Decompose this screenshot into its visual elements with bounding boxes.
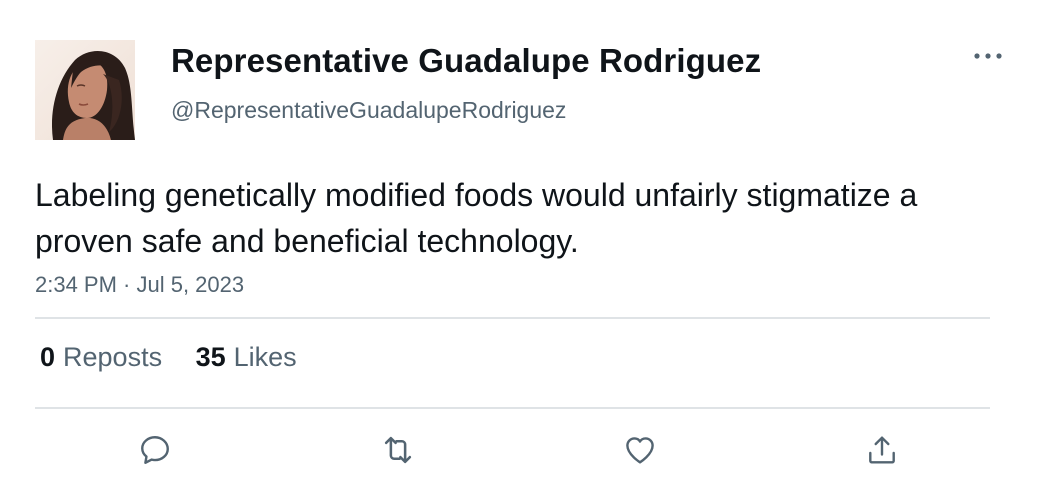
user-handle[interactable]: @RepresentativeGuadalupeRodriguez <box>171 97 566 124</box>
likes-stat[interactable]: 35 Likes <box>196 342 297 373</box>
like-button[interactable] <box>620 430 660 470</box>
tweet-timestamp[interactable]: 2:34 PM · Jul 5, 2023 <box>35 272 244 298</box>
engagement-stats: 0 Reposts 35 Likes <box>40 342 297 373</box>
display-name[interactable]: Representative Guadalupe Rodriguez <box>171 42 761 80</box>
heart-icon <box>626 437 654 464</box>
speech-bubble-icon <box>141 436 169 464</box>
repost-arrows-icon <box>384 436 412 464</box>
more-options-icon[interactable] <box>968 43 1008 69</box>
divider <box>35 317 990 319</box>
avatar[interactable] <box>35 40 135 140</box>
reposts-count: 0 <box>40 342 56 372</box>
reposts-label: Reposts <box>63 342 163 372</box>
repost-button[interactable] <box>378 430 418 470</box>
reposts-stat[interactable]: 0 Reposts <box>40 342 162 373</box>
avatar-photo <box>35 40 135 140</box>
share-upload-icon <box>869 436 895 464</box>
divider <box>35 407 990 409</box>
reply-button[interactable] <box>135 430 175 470</box>
likes-label: Likes <box>233 342 297 372</box>
tweet-text: Labeling genetically modified foods woul… <box>35 177 918 259</box>
share-button[interactable] <box>862 430 902 470</box>
likes-count: 35 <box>195 342 226 372</box>
tweet-card: Representative Guadalupe Rodriguez @Repr… <box>0 0 1050 480</box>
